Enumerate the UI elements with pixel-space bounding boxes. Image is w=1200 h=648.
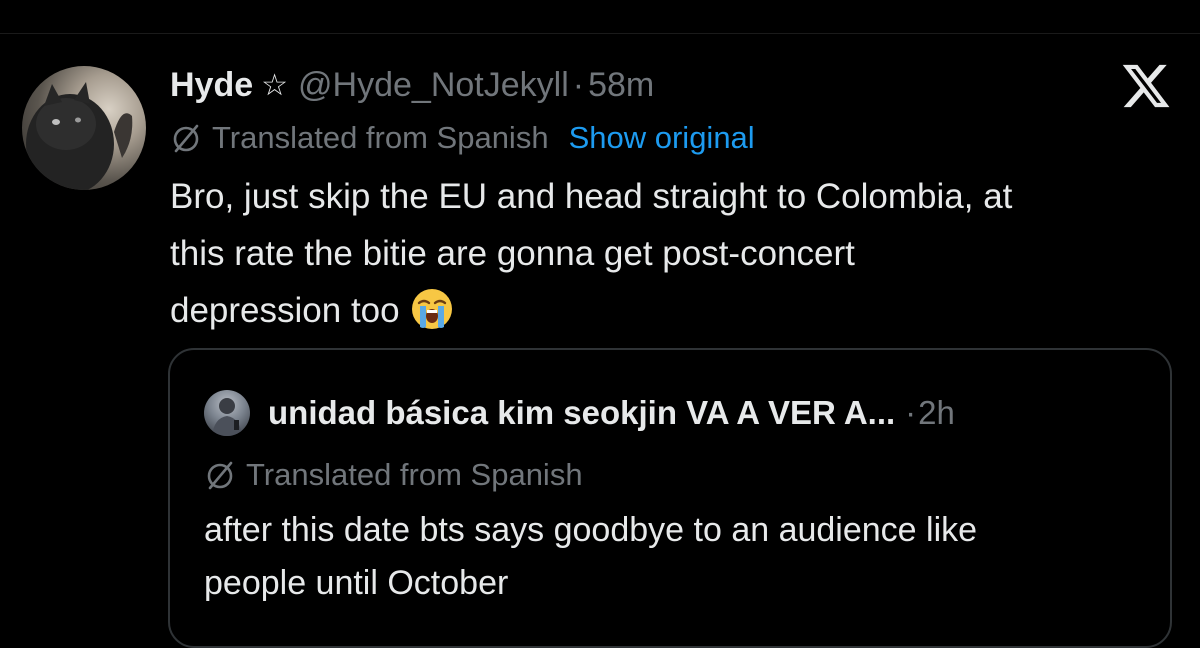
author-name[interactable]: Hyde: [170, 66, 253, 105]
separator-dot: ·: [905, 394, 917, 431]
avatar[interactable]: [22, 66, 146, 190]
translated-label: Translated from Spanish: [212, 120, 549, 155]
tweet-text-segment: depression too: [170, 291, 400, 330]
loudly-crying-face-emoji-icon: [411, 288, 452, 329]
tweet-text-line: this rate the bitie are gonna get post-c…: [170, 234, 855, 273]
quoted-text-line: after this date bts says goodbye to an a…: [204, 511, 978, 549]
quoted-tweet-header: unidad básica kim seokjin VA A VER A... …: [204, 390, 955, 436]
quoted-tweet-card[interactable]: unidad básica kim seokjin VA A VER A... …: [168, 348, 1172, 648]
star-icon: ☆: [261, 67, 289, 103]
quoted-avatar[interactable]: [204, 390, 250, 436]
quoted-avatar-image: [212, 398, 242, 436]
show-original-link[interactable]: Show original: [569, 120, 755, 156]
top-divider: [0, 33, 1200, 34]
tweet-body: Bro, just skip the EU and head straight …: [170, 168, 1170, 339]
quoted-translation-notice: Translated from Spanish: [204, 454, 583, 496]
tweet-timestamp[interactable]: 58m: [588, 66, 654, 105]
translate-icon: [173, 124, 199, 153]
separator-dot: ·: [572, 65, 585, 104]
quoted-translated-label: Translated from Spanish: [246, 457, 583, 492]
quoted-text-line: people until October: [204, 564, 509, 602]
quoted-author-name[interactable]: unidad básica kim seokjin VA A VER A...: [268, 394, 895, 432]
tweet-text-line: Bro, just skip the EU and head straight …: [170, 177, 1013, 216]
translate-icon: [207, 461, 233, 490]
quoted-tweet-body: after this date bts says goodbye to an a…: [204, 504, 1164, 610]
tweet-header: Hyde ☆ @Hyde_NotJekyll · 58m: [170, 62, 654, 108]
translation-notice: Translated from Spanish Show original: [170, 117, 755, 159]
cat-avatar-image: [26, 82, 133, 190]
x-logo-icon[interactable]: [1120, 60, 1172, 112]
quoted-timestamp[interactable]: 2h: [918, 394, 955, 432]
author-handle[interactable]: @Hyde_NotJekyll: [298, 66, 569, 105]
tweet-text-line-with-emoji: depression too: [170, 282, 1170, 339]
